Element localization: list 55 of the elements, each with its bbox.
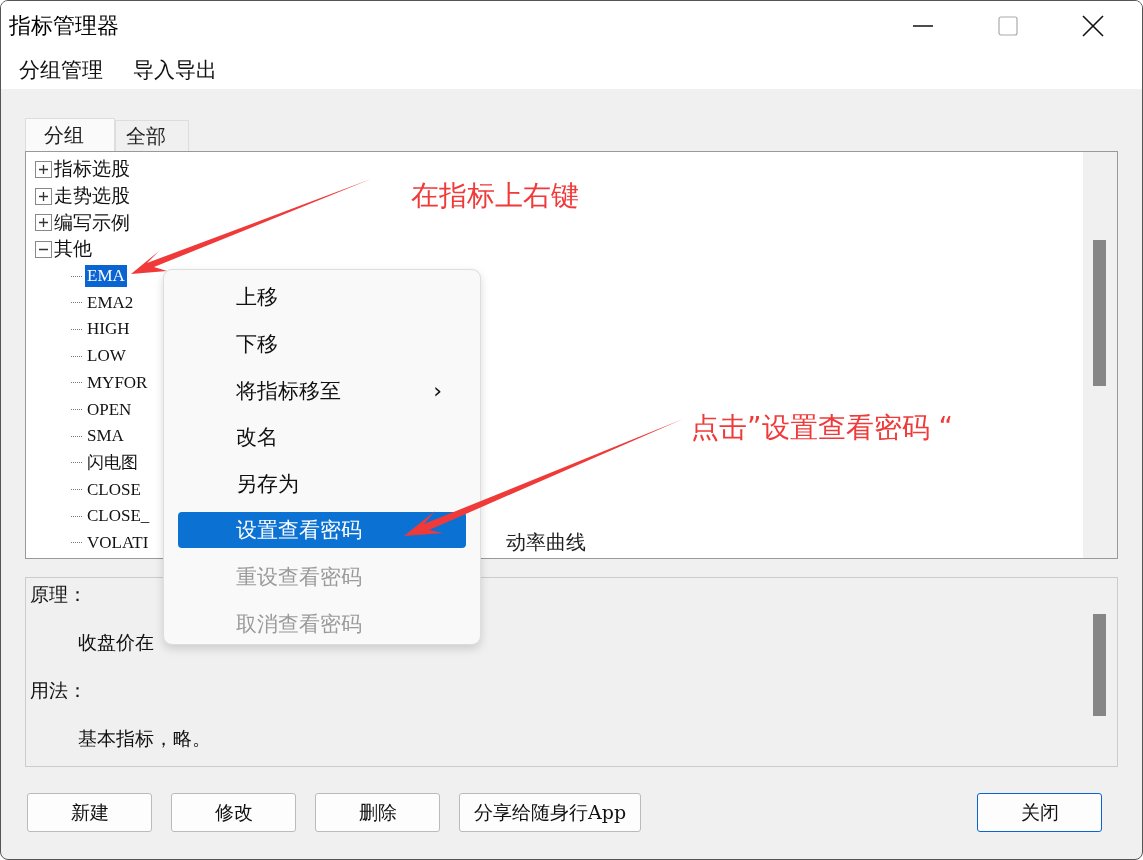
- tree-item[interactable]: HIGH: [85, 318, 132, 341]
- scrollbar-thumb[interactable]: [1093, 240, 1106, 386]
- description-text: 基本指标，略。: [78, 726, 211, 751]
- menu-item[interactable]: 导入导出: [133, 56, 217, 84]
- tree-item[interactable]: 其他: [54, 236, 92, 263]
- description-heading: 用法：: [30, 678, 87, 703]
- menu-option-label: 下移: [236, 331, 278, 359]
- tree-item[interactable]: OPEN: [85, 398, 134, 421]
- collapse-icon[interactable]: [35, 240, 52, 258]
- menu-option-label: 将指标移至: [236, 377, 341, 405]
- close-icon[interactable]: [1082, 15, 1104, 37]
- description-text: 收盘价在: [78, 630, 154, 655]
- window-title: 指标管理器: [8, 12, 119, 40]
- expand-icon[interactable]: [35, 187, 52, 205]
- tree-item[interactable]: 编写示例: [54, 209, 130, 236]
- tree-item[interactable]: EMA2: [85, 291, 136, 314]
- tree-item[interactable]: CLOSE_: [85, 505, 152, 528]
- menu-option[interactable]: 另存为: [178, 460, 466, 508]
- action-button[interactable]: 新建: [27, 793, 152, 832]
- action-button[interactable]: 分享给随身行App: [459, 793, 642, 832]
- menu-option-label: 另存为: [236, 471, 299, 499]
- action-button[interactable]: 修改: [171, 793, 296, 832]
- menu-option[interactable]: 上移: [178, 274, 466, 321]
- tree-item[interactable]: MYFOR: [85, 371, 150, 394]
- tree-item-text: 动率曲线: [506, 529, 586, 557]
- tree-item[interactable]: 闪电图: [85, 451, 140, 474]
- menu-option-label: 重设查看密码: [236, 564, 362, 592]
- tab[interactable]: 全部: [115, 120, 189, 151]
- tree-item[interactable]: LOW: [85, 345, 128, 368]
- menu-option[interactable]: 下移: [178, 320, 466, 368]
- annotation-text: 在指标上右键: [411, 178, 579, 214]
- menu-option-label: 上移: [236, 284, 278, 312]
- scrollbar[interactable]: [1083, 152, 1117, 558]
- menu-option-label: 改名: [236, 424, 278, 452]
- menu-option-label: 设置查看密码: [236, 517, 362, 545]
- submenu-arrow-icon: ›: [433, 378, 442, 404]
- tree-item[interactable]: 指标选股: [54, 156, 130, 183]
- tree-item[interactable]: CLOSE: [85, 478, 143, 501]
- menu-option[interactable]: 改名: [178, 414, 466, 461]
- scrollbar-thumb[interactable]: [1093, 614, 1106, 716]
- menu-option[interactable]: 将指标移至 ›: [178, 367, 466, 415]
- annotation-text: 点击”设置查看密码 “: [691, 410, 953, 446]
- action-button[interactable]: 删除: [315, 793, 440, 832]
- tree-item[interactable]: SMA: [85, 425, 126, 448]
- tree-item[interactable]: VOLATI: [85, 531, 151, 554]
- expand-icon[interactable]: [35, 214, 52, 232]
- expand-icon[interactable]: [35, 160, 52, 178]
- close-button[interactable]: 关闭: [977, 793, 1102, 832]
- menu-option[interactable]: 设置查看密码: [178, 512, 466, 549]
- description-heading: 原理：: [30, 582, 87, 607]
- tree-item[interactable]: 走势选股: [54, 183, 130, 210]
- menu-option-label: 取消查看密码: [236, 611, 362, 639]
- tree-item[interactable]: EMA: [85, 265, 127, 288]
- menu-item[interactable]: 分组管理: [19, 56, 103, 84]
- tab[interactable]: 分组: [25, 118, 115, 151]
